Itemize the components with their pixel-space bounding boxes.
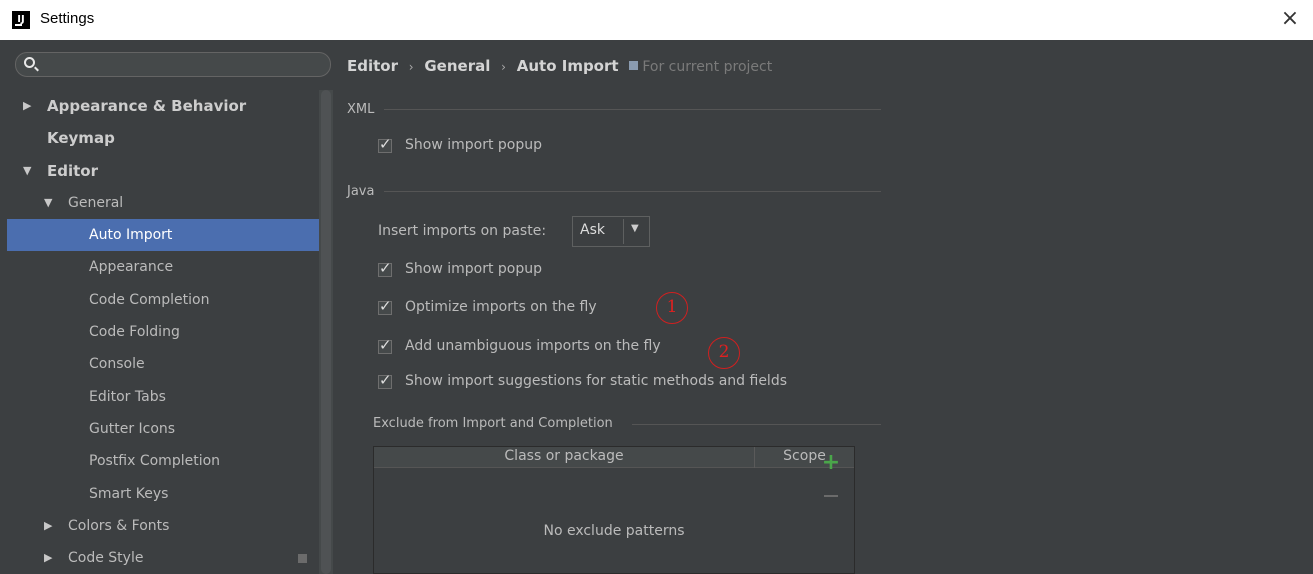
section-title-xml: XML — [347, 102, 375, 117]
settings-sidebar: ▶ Appearance & Behavior Keymap ▼ Editor … — [7, 40, 334, 574]
sidebar-item-label: Editor — [47, 161, 98, 180]
remove-pattern-minus-icon[interactable] — [824, 495, 838, 497]
collapse-arrow-icon[interactable]: ▼ — [23, 155, 31, 187]
sidebar-item-label: Postfix Completion — [89, 453, 221, 470]
sidebar-item-label: Smart Keys — [89, 485, 169, 502]
checkbox[interactable]: ✓ — [378, 371, 392, 389]
settings-tree: ▶ Appearance & Behavior Keymap ▼ Editor … — [7, 90, 319, 574]
insert-imports-select[interactable]: Ask ▼ — [572, 216, 650, 247]
sidebar-item-general[interactable]: ▼ General — [7, 187, 319, 219]
checkbox-label: Show import suggestions for static metho… — [405, 373, 787, 389]
sidebar-item-code-style[interactable]: ▶ Code Style — [7, 542, 319, 574]
settings-content-panel: Editor › General › Auto Import For curre… — [334, 40, 1313, 574]
insert-imports-selected-value: Ask — [580, 222, 605, 238]
settings-search-box[interactable] — [15, 52, 331, 77]
section-divider — [632, 424, 881, 425]
close-button[interactable]: × — [1277, 6, 1303, 32]
intellij-logo-icon: IJ — [12, 11, 30, 29]
expand-arrow-icon[interactable]: ▶ — [44, 510, 52, 542]
breadcrumb: Editor › General › Auto Import For curre… — [347, 57, 772, 75]
sidebar-item-colors-fonts[interactable]: ▶ Colors & Fonts — [7, 510, 319, 542]
sidebar-item-smart-keys[interactable]: Smart Keys — [7, 478, 319, 510]
sidebar-item-appearance[interactable]: Appearance — [7, 251, 319, 283]
sidebar-item-label: Appearance — [89, 259, 174, 276]
sidebar-item-code-completion[interactable]: Code Completion — [7, 284, 319, 316]
sidebar-item-label: Keymap — [47, 129, 115, 148]
checkmark-icon: ✓ — [379, 371, 392, 389]
insert-imports-on-paste-label: Insert imports on paste: — [378, 223, 547, 239]
sidebar-item-editor-tabs[interactable]: Editor Tabs — [7, 381, 319, 413]
checkbox[interactable]: ✓ — [378, 135, 392, 153]
sidebar-item-gutter-icons[interactable]: Gutter Icons — [7, 413, 319, 445]
annotation-circle-2: 2 — [708, 337, 740, 369]
sidebar-scrollbar[interactable] — [319, 90, 333, 574]
sidebar-item-console[interactable]: Console — [7, 348, 319, 380]
checkmark-icon: ✓ — [379, 336, 392, 354]
sidebar-item-label: Gutter Icons — [89, 420, 176, 437]
checkmark-icon: ✓ — [379, 297, 392, 315]
checkbox[interactable]: ✓ — [378, 259, 392, 277]
sidebar-item-auto-import[interactable]: Auto Import — [7, 219, 319, 252]
section-divider — [384, 191, 881, 192]
checkmark-icon: ✓ — [379, 259, 392, 277]
sidebar-item-label: Appearance & Behavior — [47, 97, 247, 115]
sidebar-item-keymap[interactable]: Keymap — [7, 122, 319, 154]
section-divider — [384, 109, 881, 110]
table-toolbar — [854, 447, 882, 574]
sidebar-item-label: Auto Import — [89, 227, 173, 244]
breadcrumb-separator: › — [501, 60, 506, 74]
checkbox[interactable]: ✓ — [378, 336, 392, 354]
title-bar: IJ Settings × — [0, 0, 1313, 40]
sidebar-item-label: Console — [89, 356, 145, 373]
checkbox-label: Show import popup — [405, 137, 542, 153]
window-title: Settings — [40, 10, 95, 27]
breadcrumb-auto-import: Auto Import — [516, 57, 619, 75]
breadcrumb-general: General — [424, 57, 491, 75]
sidebar-item-editor[interactable]: ▼ Editor — [7, 155, 319, 187]
sidebar-item-label: Editor Tabs — [89, 388, 166, 405]
breadcrumb-separator: › — [408, 60, 414, 74]
search-input[interactable] — [42, 55, 322, 74]
add-pattern-plus-icon[interactable]: + — [819, 452, 843, 476]
sidebar-item-label: Code Style — [68, 550, 144, 567]
expand-arrow-icon[interactable]: ▶ — [23, 90, 31, 122]
section-title-java: Java — [347, 184, 375, 199]
sidebar-item-label: General — [68, 194, 124, 211]
table-header: Class or package Scope — [374, 447, 854, 468]
checkbox-label: Show import popup — [405, 261, 542, 277]
checkmark-icon: ✓ — [379, 135, 392, 153]
section-title-exclude: Exclude from Import and Completion — [373, 416, 613, 431]
sidebar-item-label: Code Folding — [89, 324, 180, 341]
exclude-patterns-table[interactable]: Class or package Scope No exclude patter… — [373, 446, 882, 574]
scrollbar-thumb[interactable] — [321, 90, 331, 574]
breadcrumb-editor: Editor — [347, 57, 398, 75]
expand-arrow-icon[interactable]: ▶ — [44, 542, 52, 574]
chevron-down-icon[interactable]: ▼ — [631, 223, 639, 234]
checkbox-label: Add unambiguous imports on the fly — [405, 338, 661, 354]
project-scope-note: For current project — [642, 59, 773, 75]
empty-table-message: No exclude patterns — [543, 523, 685, 539]
sidebar-item-appearance-behavior[interactable]: ▶ Appearance & Behavior — [7, 90, 319, 122]
sidebar-item-label: Code Completion — [89, 291, 210, 308]
combo-divider — [623, 219, 624, 244]
annotation-circle-1: 1 — [656, 292, 688, 324]
collapse-arrow-icon[interactable]: ▼ — [44, 187, 52, 219]
project-scope-icon — [629, 61, 639, 70]
search-icon — [24, 57, 35, 68]
checkbox-label: Optimize imports on the fly — [405, 299, 597, 315]
sidebar-item-postfix-completion[interactable]: Postfix Completion — [7, 445, 319, 477]
sidebar-item-label: Colors & Fonts — [68, 517, 170, 534]
checkbox[interactable]: ✓ — [378, 297, 392, 315]
sidebar-item-code-folding[interactable]: Code Folding — [7, 316, 319, 348]
project-scope-icon — [298, 554, 307, 564]
column-header-class-or-package[interactable]: Class or package — [374, 448, 754, 464]
